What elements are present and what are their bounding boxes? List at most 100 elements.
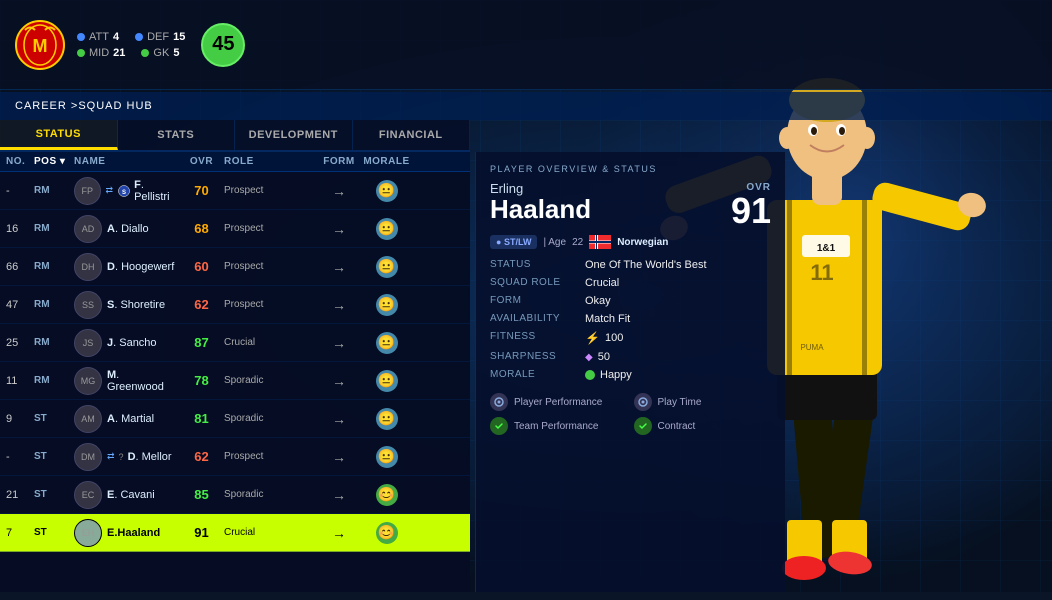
badge-team-perf-label: Team Performance (514, 421, 598, 432)
row-ovr: 62 (179, 449, 224, 464)
gk-dot (141, 49, 149, 57)
row-ovr: 81 (179, 411, 224, 426)
row-form: → (314, 220, 364, 238)
badge-team-performance: Team Performance (490, 417, 628, 435)
player-age: 22 (572, 237, 583, 248)
row-ovr: 91 (179, 525, 224, 540)
row-player: DM ⇄ ? D. Mellor (74, 443, 179, 471)
table-row[interactable]: 9 ST AM A. Martial 81 Sporadic → 😐 (0, 400, 470, 438)
fitness-value: ⚡ 100 (585, 331, 771, 345)
table-row[interactable]: 11 RM MG M. Greenwood 78 Sporadic → 😐 (0, 362, 470, 400)
player-avatar: SS (74, 291, 102, 319)
diamond-icon: ◆ (585, 352, 593, 363)
overview-title: PLAYER OVERVIEW & STATUS (490, 164, 771, 174)
row-ovr: 87 (179, 335, 224, 350)
row-player: FP ⇄ S F. Pellistri (74, 177, 179, 205)
stat-morale: MORALE Happy (490, 369, 771, 381)
badge-player-performance: Player Performance (490, 393, 628, 411)
stat-status: STATUS One Of The World's Best (490, 259, 771, 271)
row-player: AM A. Martial (74, 405, 179, 433)
row-no: 47 (6, 299, 34, 311)
player-avatar: MG (74, 367, 102, 395)
tab-financial[interactable]: FINANCIAL (353, 120, 471, 150)
breadcrumb-current: SQUAD HUB (78, 100, 152, 112)
svg-text:S: S (122, 190, 126, 196)
row-morale: 😐 (364, 256, 409, 278)
row-no: 25 (6, 337, 34, 349)
svg-text:11: 11 (810, 260, 833, 285)
row-ovr: 70 (179, 183, 224, 198)
table-row[interactable]: - ST DM ⇄ ? D. Mellor 62 Prospect → 😐 (0, 438, 470, 476)
row-player: MG M. Greenwood (74, 367, 179, 395)
player-avatar: JS (74, 329, 102, 357)
row-pos: RM (34, 299, 74, 310)
def-dot (135, 33, 143, 41)
status-value: One Of The World's Best (585, 259, 771, 271)
svg-text:PUMA: PUMA (800, 343, 824, 352)
header: M ATT 4 DEF 15 MID 21 GK (0, 0, 1052, 90)
row-morale: 😐 (364, 408, 409, 430)
row-ovr: 68 (179, 221, 224, 236)
player-name: J. Sancho (107, 337, 157, 349)
table-row[interactable]: 66 RM DH D. Hoogewerf 60 Prospect → 😐 (0, 248, 470, 286)
row-pos: RM (34, 261, 74, 272)
gk-stat: GK 5 (141, 47, 179, 59)
breadcrumb: CAREER > SQUAD HUB (0, 92, 1052, 120)
row-morale: 😐 (364, 332, 409, 354)
row-no: - (6, 185, 34, 197)
svg-text:M: M (33, 36, 48, 56)
row-ovr: 85 (179, 487, 224, 502)
row-pos: RM (34, 223, 74, 234)
header-stats: ATT 4 DEF 15 MID 21 GK 5 (77, 31, 185, 59)
table-row-selected[interactable]: 7 ST EH E.Haaland 91 Crucial → 😊 (0, 514, 470, 552)
player-perf-icon (490, 393, 508, 411)
player-overview-panel: PLAYER OVERVIEW & STATUS Erling Haaland … (475, 152, 785, 592)
row-morale: 😐 (364, 180, 409, 202)
row-role: Prospect (224, 451, 314, 462)
ovr-number: 91 (731, 193, 771, 229)
row-form: → (314, 258, 364, 276)
badge-contract: Contract (634, 417, 772, 435)
nationality-flag (589, 235, 611, 249)
player-nationality: Norwegian (617, 237, 668, 248)
row-morale: 😐 (364, 446, 409, 468)
row-player: SS S. Shoretire (74, 291, 179, 319)
tab-development[interactable]: DEVELOPMENT (235, 120, 353, 150)
col-no: No. (6, 156, 34, 167)
badge-contract-label: Contract (658, 421, 696, 432)
row-player: JS J. Sancho (74, 329, 179, 357)
player-avatar: AM (74, 405, 102, 433)
player-last-name: Haaland (490, 196, 591, 222)
att-dot (77, 33, 85, 41)
tab-stats[interactable]: STATS (118, 120, 236, 150)
row-pos: ST (34, 489, 74, 500)
row-form: → (314, 410, 364, 428)
row-pos: ST (34, 527, 74, 538)
table-row[interactable]: 16 RM AD A. Diallo 68 Prospect → 😐 (0, 210, 470, 248)
table-row[interactable]: 25 RM JS J. Sancho 87 Crucial → 😐 (0, 324, 470, 362)
row-no: 16 (6, 223, 34, 235)
row-role: Crucial (224, 527, 314, 538)
squad-table: No. Pos ▾ Name OVR Role Form Morale - RM… (0, 152, 470, 592)
player-avatar: EC (74, 481, 102, 509)
row-role: Prospect (224, 261, 314, 272)
transfer-icon: ⇄ (106, 185, 114, 196)
table-row[interactable]: - RM FP ⇄ S F. Pellistri 70 Prospect → 😐 (0, 172, 470, 210)
lightning-icon: ⚡ (585, 331, 600, 345)
player-name: S. Shoretire (107, 299, 165, 311)
row-morale: 😐 (364, 294, 409, 316)
club-icon: S (117, 184, 130, 198)
def-stat: DEF 15 (135, 31, 185, 43)
badge-play-time-label: Play Time (658, 397, 702, 408)
table-row[interactable]: 21 ST EC E. Cavani 85 Sporadic → 😊 (0, 476, 470, 514)
row-form: → (314, 182, 364, 200)
col-pos[interactable]: Pos ▾ (34, 156, 74, 167)
row-form: → (314, 448, 364, 466)
player-name: E.Haaland (107, 527, 160, 539)
table-row[interactable]: 47 RM SS S. Shoretire 62 Prospect → 😐 (0, 286, 470, 324)
club-logo: M (15, 20, 65, 70)
row-morale: 😊 (364, 522, 409, 544)
att-label: ATT (89, 31, 109, 43)
row-pos: RM (34, 375, 74, 386)
tab-status[interactable]: STATUS (0, 120, 118, 150)
